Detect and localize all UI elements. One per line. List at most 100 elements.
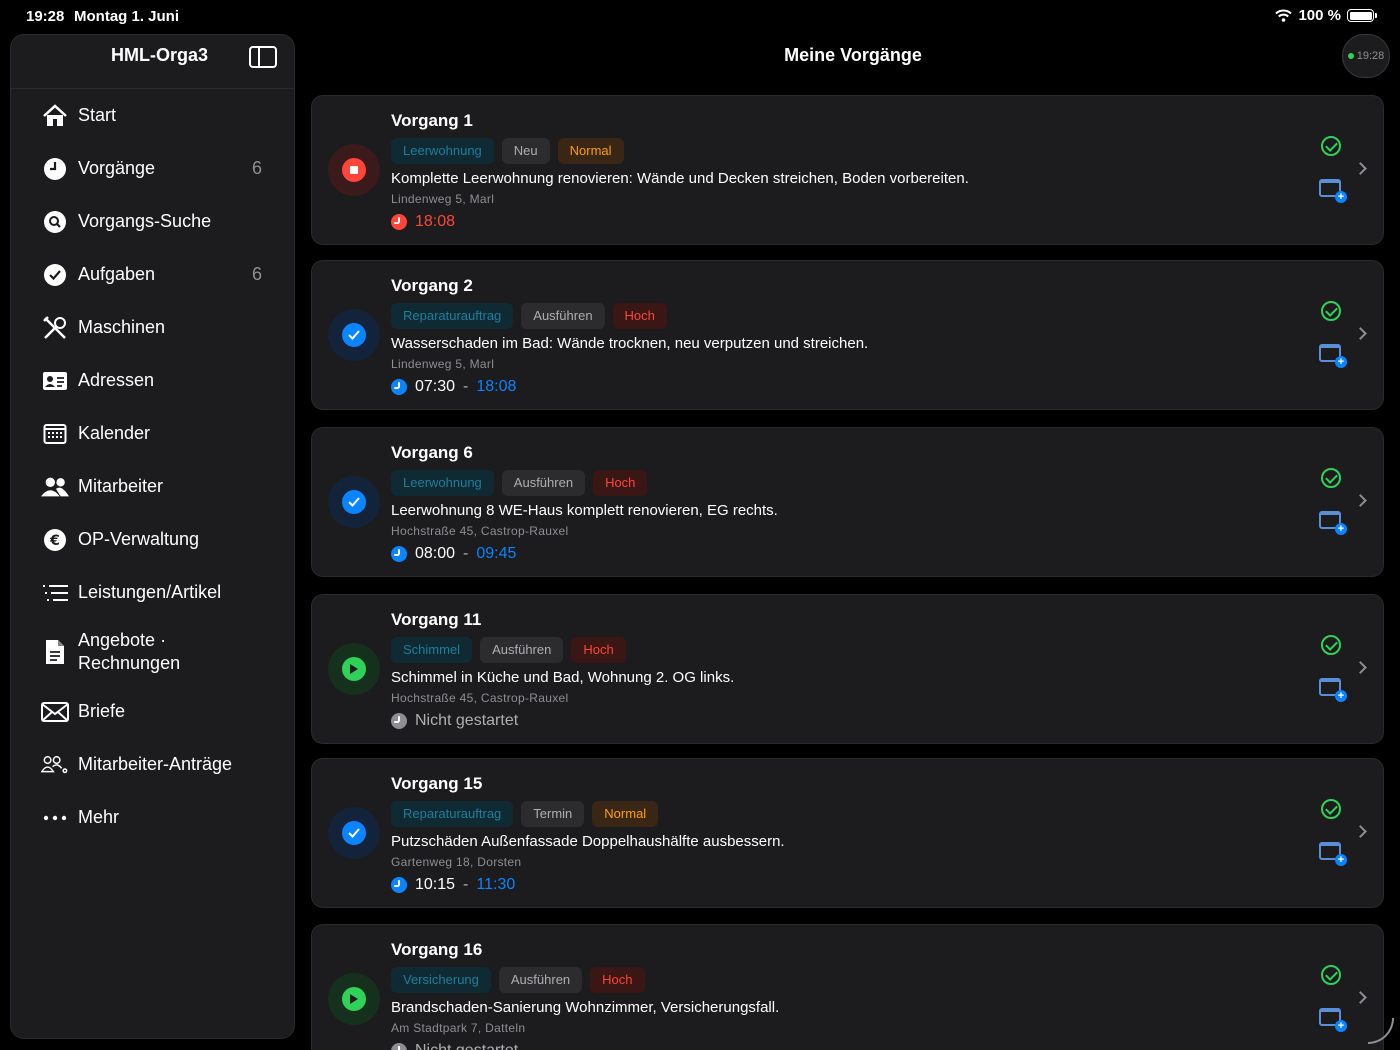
check-icon [342,821,366,845]
sidebar-toggle-icon[interactable] [249,46,277,68]
card-actions [1319,136,1347,204]
chevron-right-icon[interactable] [1354,327,1367,340]
priority-badge: Hoch [612,303,667,329]
main-header: Meine Vorgänge 19:28 [296,32,1400,88]
play-icon [342,987,366,1011]
time-row: 08:00-09:45 [391,544,1303,564]
status-dot-icon [1347,53,1354,59]
complete-check-icon[interactable] [1321,965,1341,985]
document-icon [41,638,69,666]
sidebar-item-briefe[interactable]: Briefe [11,685,294,738]
card-description: Komplette Leerwohnung renovieren: Wände … [391,170,969,187]
sidebar-item-aufgaben[interactable]: Aufgaben 6 [11,248,294,301]
sidebar-item-mehr[interactable]: Mehr [11,791,294,844]
calendar-add-icon[interactable] [1319,1008,1347,1032]
sidebar-item-count: 6 [251,158,262,178]
check-icon [342,490,366,514]
sidebar-item-label: Mehr [78,807,120,827]
time-row: Nicht gestartet [391,1041,1303,1050]
sidebar-item-label: Maschinen [78,317,166,337]
vorgang-card[interactable]: Vorgang 2 Reparaturauftrag Ausführen Hoch Wa… [311,260,1384,410]
sidebar-item-start[interactable]: Start [11,89,294,142]
status-button[interactable] [328,476,380,528]
people-icon [41,473,69,501]
time-row: 18:08 [391,212,1303,232]
complete-check-icon[interactable] [1321,301,1341,321]
complete-check-icon[interactable] [1321,468,1341,488]
vorgang-card[interactable]: Vorgang 16 Versicherung Ausführen Hoch Brand… [311,924,1384,1050]
sidebar-item-vorgangs-suche[interactable]: Vorgangs-Suche [11,195,294,248]
card-address: Gartenweg 18, Dorsten [391,855,522,869]
calendar-add-icon[interactable] [1319,344,1347,368]
status-button[interactable] [328,973,380,1025]
clock-pill[interactable]: 19:28 [1342,34,1390,78]
vorgang-card[interactable]: Vorgang 11 Schimmel Ausführen Hoch Schimmel … [311,594,1384,744]
sidebar-item-mitarbeiter-anträge[interactable]: Mitarbeiter-Anträge [11,738,294,791]
card-address: Hochstraße 45, Castrop-Rauxel [391,691,569,705]
card-actions [1319,965,1347,1033]
chevron-right-icon[interactable] [1354,162,1367,175]
card-address: Hochstraße 45, Castrop-Rauxel [391,524,569,538]
sidebar-item-mitarbeiter[interactable]: Mitarbeiter [11,460,294,513]
time-end: 18:08 [476,378,517,395]
tools-icon [41,314,69,342]
card-title: Vorgang 11 [391,610,482,629]
tag-row: Schimmel Ausführen Hoch [391,637,1303,663]
type-badge: Reparaturauftrag [391,303,514,329]
priority-badge: Normal [557,138,624,164]
sidebar-item-adressen[interactable]: Adressen [11,354,294,407]
clock-icon [391,877,407,893]
battery-percent: 100 % [1298,7,1341,24]
battery-icon [1347,9,1377,22]
card-actions [1319,301,1347,369]
status-bar: 19:28 Montag 1. Juni 100 % [0,0,1400,32]
vorgang-card[interactable]: Vorgang 6 Leerwohnung Ausführen Hoch Leerwoh… [311,427,1384,577]
complete-check-icon[interactable] [1321,799,1341,819]
type-badge: Leerwohnung [391,470,494,496]
sidebar-item-label: Vorgangs-Suche [78,211,212,231]
tag-row: Leerwohnung Neu Normal [391,138,1303,164]
priority-badge: Hoch [593,470,648,496]
sidebar-item-label: Angebote · Rechnungen [78,630,181,673]
calendar-add-icon[interactable] [1319,179,1347,203]
card-actions [1319,635,1347,703]
card-actions [1319,799,1347,867]
time-start: 10:15 [415,876,456,893]
complete-check-icon[interactable] [1321,635,1341,655]
chevron-right-icon[interactable] [1354,991,1367,1004]
sidebar-item-leistungen-artikel[interactable]: Leistungen/Artikel [11,566,294,619]
sidebar-item-vorgänge[interactable]: Vorgänge 6 [11,142,294,195]
calendar-add-icon[interactable] [1319,678,1347,702]
card-description: Wasserschaden im Bad: Wände trocknen, ne… [391,335,869,352]
chevron-right-icon[interactable] [1354,825,1367,838]
calendar-icon [41,420,69,448]
status-date: Montag 1. Juni [74,8,179,25]
clock-icon [41,155,69,183]
sidebar-nav: Start Vorgänge 6 Vorgangs-Suche Aufgaben 6 Mas… [11,89,294,844]
sidebar-item-angebote-rechnungen[interactable]: Angebote · Rechnungen [11,619,294,685]
people-gear-icon [41,751,69,779]
calendar-add-icon[interactable] [1319,842,1347,866]
status-button[interactable] [328,309,380,361]
chevron-right-icon[interactable] [1354,661,1367,674]
status-button[interactable] [328,643,380,695]
sidebar-item-op-verwaltung[interactable]: € OP-Verwaltung [11,513,294,566]
calendar-add-icon[interactable] [1319,511,1347,535]
chevron-right-icon[interactable] [1354,494,1367,507]
envelope-icon [41,698,69,726]
sidebar-item-maschinen[interactable]: Maschinen [11,301,294,354]
sidebar-item-kalender[interactable]: Kalender [11,407,294,460]
status-button[interactable] [328,807,380,859]
priority-badge: Normal [592,801,659,827]
page-title: Meine Vorgänge [784,45,922,65]
status-badge: Termin [521,801,585,827]
time-separator: - [463,378,469,395]
vorgang-card[interactable]: Vorgang 15 Reparaturauftrag Termin Normal Pu… [311,758,1384,908]
status-button[interactable] [328,144,380,196]
clock-pill-time: 19:28 [1356,50,1385,62]
complete-check-icon[interactable] [1321,136,1341,156]
vorgang-card[interactable]: Vorgang 1 Leerwohnung Neu Normal Komplette L… [311,95,1384,245]
card-description: Leerwohnung 8 WE-Haus komplett renoviere… [391,502,778,519]
tag-row: Versicherung Ausführen Hoch [391,967,1303,993]
type-badge: Leerwohnung [391,138,494,164]
